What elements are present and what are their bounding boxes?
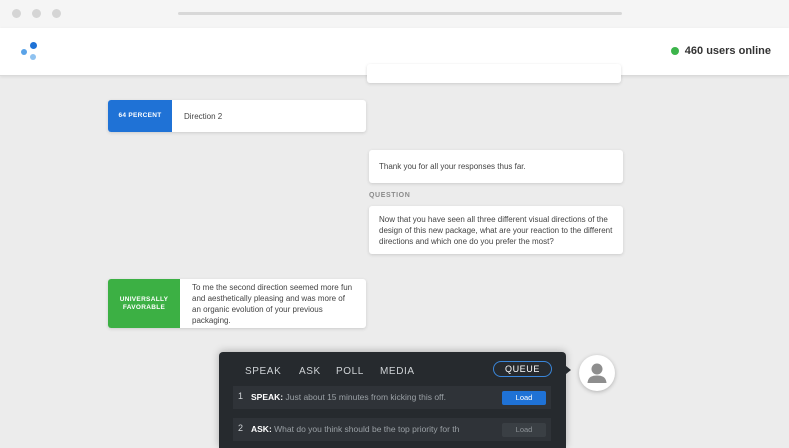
queue-item-kind: SPEAK: [251,392,284,402]
address-bar[interactable] [178,12,622,15]
queue-item-number: 1 [238,391,244,401]
tab-queue[interactable]: QUEUE [493,361,552,377]
app-logo-icon[interactable] [18,42,40,64]
window-close-dot[interactable] [12,9,21,18]
user-avatar-icon[interactable] [579,355,615,391]
question-label: QUESTION [369,192,411,199]
queue-item-body: ASK: What do you think should be the top… [251,424,459,434]
tab-media[interactable]: MEDIA [380,366,415,377]
response-card: 64 PERCENT Direction 2 [108,100,366,132]
queue-item-text: What do you think should be the top prio… [274,424,460,434]
queue-item-body: SPEAK: Just about 15 minutes from kickin… [251,392,446,402]
tab-poll[interactable]: POLL [336,366,364,377]
response-badge: UNIVERSALLY FAVORABLE [108,279,180,328]
message-text: Thank you for all your responses thus fa… [379,162,526,171]
message-card-previous [367,64,621,83]
online-count: 460 users online [684,45,771,57]
queue-item: 1 SPEAK: Just about 15 minutes from kick… [233,386,551,409]
window-maximize-dot[interactable] [52,9,61,18]
response-badge: 64 PERCENT [108,100,172,132]
queue-item: 2 ASK: What do you think should be the t… [233,418,551,441]
response-text: To me the second direction seemed more f… [192,282,353,325]
text-fade [478,418,502,441]
response-card: UNIVERSALLY FAVORABLE To me the second d… [108,279,366,328]
moderator-panel: SPEAK ASK POLL MEDIA QUEUE 1 SPEAK: Just… [219,352,566,448]
load-button[interactable]: Load [502,423,546,437]
panel-pointer-icon [566,366,571,374]
window-titlebar [0,0,789,28]
online-indicator-icon [670,47,679,55]
user-silhouette-icon [587,363,607,383]
load-button[interactable]: Load [502,391,546,405]
queue-item-kind: ASK: [251,424,272,434]
queue-item-number: 2 [238,423,244,433]
window-minimize-dot[interactable] [32,9,41,18]
message-card: Thank you for all your responses thus fa… [369,150,623,183]
online-status: 460 users online [670,45,771,57]
queue-item-text: Just about 15 minutes from kicking this … [285,392,446,402]
question-text: Now that you have seen all three differe… [379,214,613,246]
response-text: Direction 2 [184,111,223,121]
question-card: Now that you have seen all three differe… [369,206,623,254]
tab-speak[interactable]: SPEAK [245,366,281,377]
tab-ask[interactable]: ASK [299,366,321,377]
